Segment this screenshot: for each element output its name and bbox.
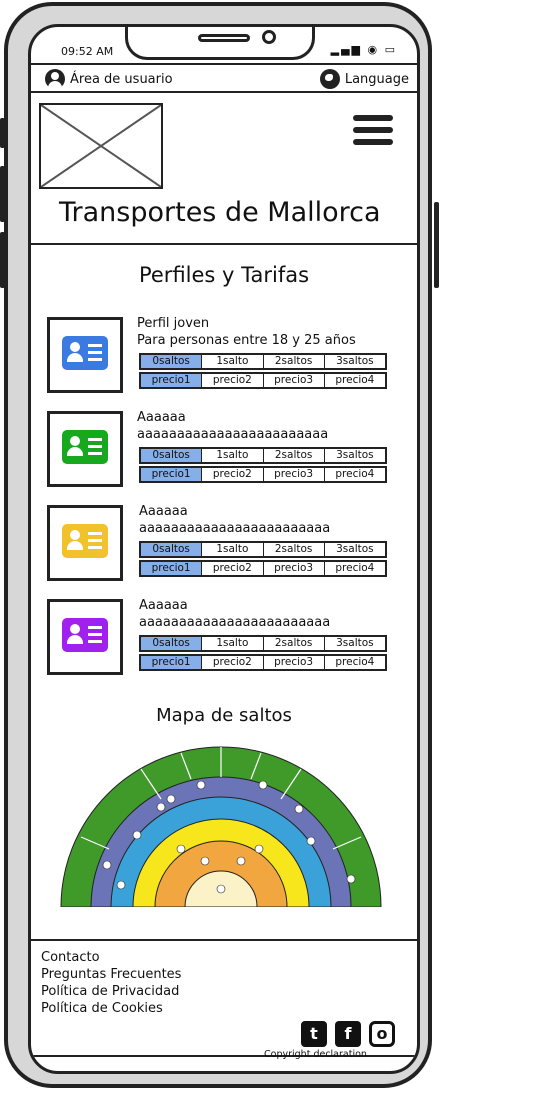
language-selector[interactable]: Language bbox=[319, 69, 409, 89]
user-area-label: Área de usuario bbox=[70, 71, 173, 87]
jump-map-image[interactable] bbox=[51, 737, 391, 907]
price-option[interactable]: precio1 bbox=[141, 656, 203, 669]
price-option[interactable]: precio4 bbox=[325, 562, 385, 575]
status-time: 09:52 AM bbox=[61, 45, 114, 58]
profile-detail: aaaaaaaaaaaaaaaaaaaaaaaa bbox=[139, 521, 331, 536]
price-option[interactable]: precio2 bbox=[202, 562, 264, 575]
top-bar: Área de usuario Language bbox=[31, 63, 417, 93]
globe-icon bbox=[319, 69, 340, 89]
jump-option[interactable]: 3saltos bbox=[325, 543, 385, 556]
logo-placeholder[interactable] bbox=[39, 103, 163, 189]
status-bar: 09:52 AM ▂▄▆ ◉ ▭ bbox=[31, 27, 417, 63]
jumps-row: 0saltos 1salto 2saltos 3saltos bbox=[139, 447, 387, 464]
jump-option[interactable]: 3saltos bbox=[325, 637, 385, 650]
footer: Contacto Preguntas Frecuentes Política d… bbox=[31, 939, 417, 1057]
price-option[interactable]: precio4 bbox=[325, 656, 385, 669]
price-option[interactable]: precio2 bbox=[202, 468, 264, 481]
facebook-icon[interactable]: f bbox=[335, 1021, 361, 1047]
jump-option[interactable]: 2saltos bbox=[264, 355, 325, 368]
prices-row: precio1 precio2 precio3 precio4 bbox=[139, 466, 387, 483]
profile-detail: aaaaaaaaaaaaaaaaaaaaaaaa bbox=[139, 615, 331, 630]
price-option[interactable]: precio2 bbox=[202, 374, 264, 387]
phone-frame: 09:52 AM ▂▄▆ ◉ ▭ Área de usuario Languag… bbox=[0, 2, 439, 1088]
logo-placeholder-image bbox=[40, 104, 162, 188]
jump-option[interactable]: 2saltos bbox=[264, 543, 325, 556]
id-card-icon bbox=[62, 430, 108, 464]
jumps-row: 0saltos 1salto 2saltos 3saltos bbox=[139, 541, 387, 558]
footer-link-contact[interactable]: Contacto bbox=[41, 949, 181, 966]
footer-link-privacy[interactable]: Política de Privacidad bbox=[41, 983, 181, 1000]
camera-icon bbox=[262, 30, 276, 44]
twitter-icon[interactable]: t bbox=[301, 1021, 327, 1047]
profile-description: Aaaaaa aaaaaaaaaaaaaaaaaaaaaaaa bbox=[139, 503, 330, 537]
prices-row: precio1 precio2 precio3 precio4 bbox=[139, 654, 387, 671]
signal-wifi-battery-icon: ▂▄▆ ◉ ▭ bbox=[330, 43, 397, 56]
jumps-row: 0saltos 1salto 2saltos 3saltos bbox=[139, 635, 387, 652]
map-title: Mapa de saltos bbox=[156, 705, 292, 726]
copyright-text: Copyright declaration bbox=[264, 1049, 367, 1060]
id-card-icon bbox=[62, 524, 108, 558]
jump-option[interactable]: 2saltos bbox=[264, 637, 325, 650]
speaker-icon bbox=[198, 34, 250, 42]
price-option[interactable]: precio3 bbox=[264, 374, 325, 387]
profile-detail: Para personas entre 18 y 25 años bbox=[137, 333, 356, 348]
jump-option[interactable]: 0saltos bbox=[141, 449, 203, 462]
profile-card-icon[interactable] bbox=[47, 599, 123, 675]
language-label: Language bbox=[344, 71, 409, 87]
site-title: Transportes de Mallorca bbox=[59, 197, 381, 228]
jump-option[interactable]: 1salto bbox=[202, 637, 264, 650]
profile-description: Perfil joven Para personas entre 18 y 25 … bbox=[137, 315, 356, 349]
user-area-link[interactable]: Área de usuario bbox=[45, 69, 173, 89]
price-option[interactable]: precio2 bbox=[202, 656, 264, 669]
profile-name: Aaaaaa bbox=[139, 598, 188, 613]
user-icon bbox=[45, 69, 65, 89]
jump-option[interactable]: 3saltos bbox=[325, 355, 385, 368]
profile-description: Aaaaaa aaaaaaaaaaaaaaaaaaaaaaaa bbox=[137, 409, 328, 443]
profile-name: Aaaaaa bbox=[139, 504, 188, 519]
footer-links: Contacto Preguntas Frecuentes Política d… bbox=[41, 949, 181, 1017]
social-links: t f o bbox=[301, 1021, 395, 1047]
profile-card-icon[interactable] bbox=[47, 411, 123, 487]
hamburger-menu-icon[interactable] bbox=[353, 115, 393, 151]
price-option[interactable]: precio3 bbox=[264, 656, 325, 669]
id-card-icon bbox=[62, 618, 108, 652]
jump-option[interactable]: 0saltos bbox=[141, 355, 203, 368]
profile-card-icon[interactable] bbox=[47, 317, 123, 393]
profile-card-icon[interactable] bbox=[47, 505, 123, 581]
footer-link-cookies[interactable]: Política de Cookies bbox=[41, 1000, 181, 1017]
profile-name: Aaaaaa bbox=[137, 410, 186, 425]
jump-option[interactable]: 1salto bbox=[202, 543, 264, 556]
jump-option[interactable]: 1salto bbox=[202, 449, 264, 462]
jump-option[interactable]: 1salto bbox=[202, 355, 264, 368]
price-option[interactable]: precio1 bbox=[141, 468, 203, 481]
prices-row: precio1 precio2 precio3 precio4 bbox=[139, 560, 387, 577]
price-option[interactable]: precio1 bbox=[141, 374, 203, 387]
price-option[interactable]: precio4 bbox=[325, 374, 385, 387]
profile-description: Aaaaaa aaaaaaaaaaaaaaaaaaaaaaaa bbox=[139, 597, 330, 631]
jump-option[interactable]: 2saltos bbox=[264, 449, 325, 462]
map-rings bbox=[60, 746, 382, 907]
footer-link-faq[interactable]: Preguntas Frecuentes bbox=[41, 966, 181, 983]
jump-option[interactable]: 0saltos bbox=[141, 637, 203, 650]
profile-name: Perfil joven bbox=[137, 316, 210, 331]
jump-option[interactable]: 0saltos bbox=[141, 543, 203, 556]
price-option[interactable]: precio3 bbox=[264, 468, 325, 481]
screen: 09:52 AM ▂▄▆ ◉ ▭ Área de usuario Languag… bbox=[28, 24, 420, 1074]
jumps-row: 0saltos 1salto 2saltos 3saltos bbox=[139, 353, 387, 370]
notch bbox=[125, 27, 315, 60]
profile-detail: aaaaaaaaaaaaaaaaaaaaaaaa bbox=[137, 427, 329, 442]
prices-row: precio1 precio2 precio3 precio4 bbox=[139, 372, 387, 389]
price-option[interactable]: precio4 bbox=[325, 468, 385, 481]
id-card-icon bbox=[62, 336, 108, 370]
header: Transportes de Mallorca bbox=[31, 93, 417, 245]
instagram-icon[interactable]: o bbox=[369, 1021, 395, 1047]
profiles-title: Perfiles y Tarifas bbox=[138, 263, 310, 287]
price-option[interactable]: precio3 bbox=[264, 562, 325, 575]
jump-option[interactable]: 3saltos bbox=[325, 449, 385, 462]
price-option[interactable]: precio1 bbox=[141, 562, 203, 575]
